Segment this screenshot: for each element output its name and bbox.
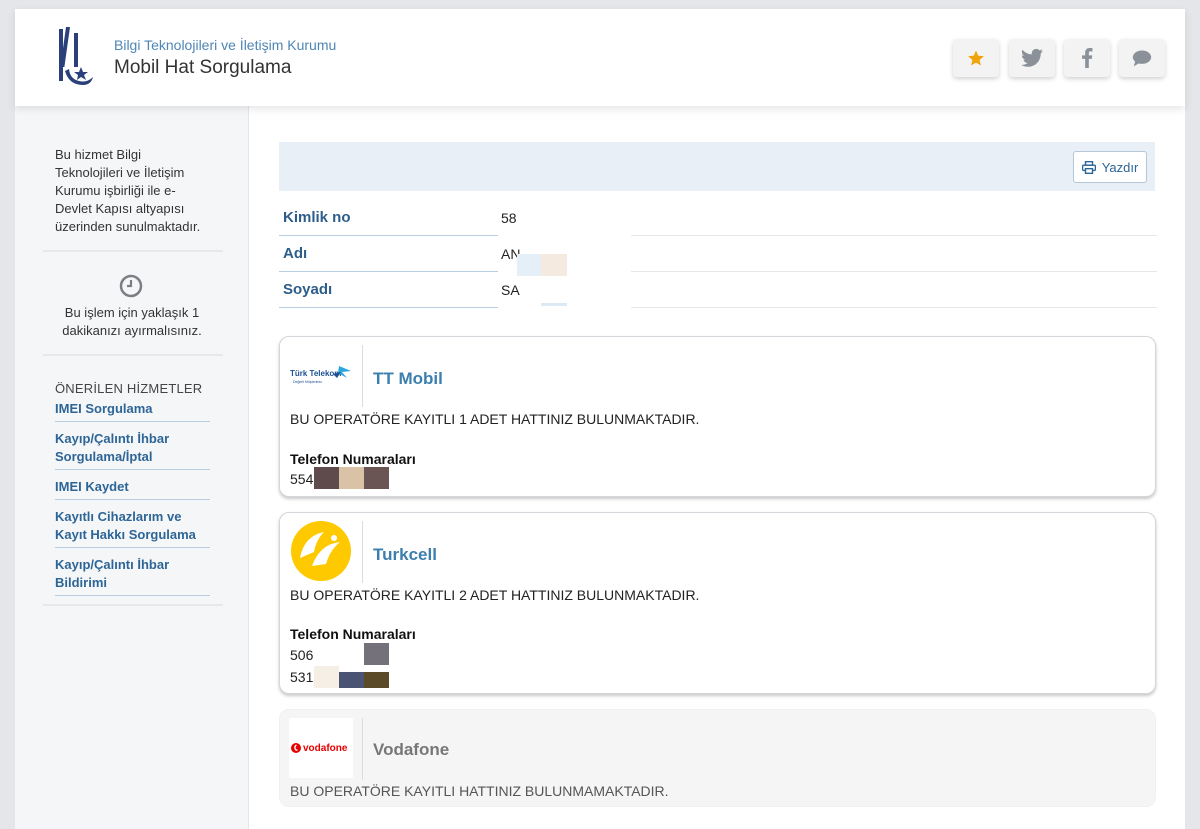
turkcell-logo-icon bbox=[291, 521, 351, 581]
redaction-block bbox=[541, 303, 567, 306]
operator-message: BU OPERATÖRE KAYITLI 1 ADET HATTINIZ BUL… bbox=[290, 411, 700, 427]
phone-number: 531 bbox=[290, 669, 314, 685]
print-label: Yazdır bbox=[1101, 159, 1139, 175]
sidebar-link-kayip-calinti-bildirimi[interactable]: Kayıp/Çalıntı İhbar Bildirimi bbox=[55, 552, 210, 596]
sidebar-divider bbox=[43, 604, 223, 606]
facebook-share-button[interactable] bbox=[1064, 39, 1110, 77]
sidebar-divider bbox=[43, 250, 223, 252]
favorite-button[interactable] bbox=[953, 39, 999, 77]
operator-name: TT Mobil bbox=[373, 369, 443, 388]
vodafone-logo-icon: vodafone bbox=[291, 743, 348, 754]
printer-icon bbox=[1081, 160, 1096, 174]
result-toolbar: Yazdır bbox=[279, 142, 1155, 191]
redaction-block bbox=[364, 467, 389, 489]
tt-mobil-logo: Türk Telekom Değerli Müşterimiz bbox=[289, 343, 353, 407]
btk-logo-icon[interactable] bbox=[55, 27, 95, 89]
logo-separator bbox=[362, 345, 363, 407]
turk-telekom-logo-icon: Türk Telekom Değerli Müşterimiz bbox=[290, 366, 351, 384]
page: Bilgi Teknolojileri ve İletişim Kurumu M… bbox=[15, 9, 1185, 829]
feedback-button[interactable] bbox=[1119, 39, 1165, 77]
redaction-block bbox=[314, 666, 339, 688]
twitter-share-button[interactable] bbox=[1009, 39, 1055, 77]
recommended-services-list: IMEI Sorgulama Kayıp/Çalıntı İhbar Sorgu… bbox=[55, 396, 210, 596]
info-row-kimlik: Kimlik no 58 bbox=[279, 200, 1157, 236]
tt-logo-subtext: Değerli Müşterimiz bbox=[293, 380, 322, 384]
redaction-block bbox=[364, 643, 389, 665]
phone-numbers-title: Telefon Numaraları bbox=[290, 451, 416, 467]
logo-separator bbox=[362, 718, 363, 780]
print-button[interactable]: Yazdır bbox=[1073, 151, 1147, 183]
info-underline bbox=[279, 307, 498, 308]
page-title: Mobil Hat Sorgulama bbox=[114, 57, 292, 78]
comment-icon bbox=[1132, 50, 1152, 67]
sidebar: Bu hizmet Bilgi Teknolojileri ve İletişi… bbox=[15, 106, 249, 829]
info-label: Soyadı bbox=[283, 281, 333, 298]
redaction-block bbox=[339, 672, 364, 688]
sidebar-link-imei-sorgulama[interactable]: IMEI Sorgulama bbox=[55, 396, 210, 422]
phone-number: 554 bbox=[290, 471, 314, 487]
phone-numbers-title: Telefon Numaraları bbox=[290, 626, 416, 642]
twitter-icon bbox=[1021, 48, 1043, 67]
star-icon bbox=[968, 50, 984, 66]
operator-name: Vodafone bbox=[373, 740, 450, 759]
sidebar-divider bbox=[43, 354, 223, 356]
operator-message: BU OPERATÖRE KAYITLI HATTINIZ BULUNMAMAK… bbox=[290, 783, 669, 799]
logo-separator bbox=[362, 521, 363, 583]
vodafone-logo-text: vodafone bbox=[303, 743, 348, 754]
info-value: SA bbox=[501, 282, 520, 298]
vodafone-logo: vodafone bbox=[289, 718, 353, 778]
sidebar-link-kayip-calinti-sorgulama[interactable]: Kayıp/Çalıntı İhbar Sorgulama/İptal bbox=[55, 426, 210, 470]
info-value: 58 bbox=[501, 210, 517, 226]
duration-text: Bu işlem için yaklaşık 1 dakikanızı ayır… bbox=[62, 305, 202, 338]
operator-card-tt-mobil: Türk Telekom Değerli Müşterimiz TT Mobil… bbox=[279, 336, 1156, 497]
redaction-block bbox=[314, 467, 339, 489]
phone-number: 506 bbox=[290, 647, 314, 663]
sidebar-link-imei-kaydet[interactable]: IMEI Kaydet bbox=[55, 474, 210, 500]
operator-card-turkcell: Turkcell BU OPERATÖRE KAYITLI 2 ADET HAT… bbox=[279, 512, 1156, 694]
operator-message: BU OPERATÖRE KAYITLI 2 ADET HATTINIZ BUL… bbox=[290, 587, 700, 603]
operator-name: Turkcell bbox=[373, 545, 437, 564]
turkcell-logo bbox=[289, 519, 353, 583]
organization-name: Bilgi Teknolojileri ve İletişim Kurumu bbox=[114, 37, 337, 53]
info-label: Adı bbox=[283, 245, 308, 262]
redaction-block bbox=[364, 672, 389, 688]
info-row-soyadi: Soyadı SA bbox=[279, 272, 1157, 308]
info-row-adi: Adı AN bbox=[279, 236, 1157, 276]
clock-icon bbox=[119, 274, 143, 298]
operator-card-vodafone: vodafone Vodafone BU OPERATÖRE KAYITLI H… bbox=[279, 709, 1156, 807]
tt-logo-text: Türk Telekom bbox=[290, 369, 341, 378]
redaction-block bbox=[339, 467, 364, 489]
facebook-icon bbox=[1082, 48, 1093, 68]
info-label: Kimlik no bbox=[283, 209, 351, 226]
header: Bilgi Teknolojileri ve İletişim Kurumu M… bbox=[15, 9, 1185, 106]
redaction-block bbox=[314, 643, 363, 665]
info-underline bbox=[631, 307, 1157, 308]
service-info-text: Bu hizmet Bilgi Teknolojileri ve İletişi… bbox=[55, 147, 201, 234]
recommended-services-title: ÖNERİLEN HİZMETLER bbox=[55, 381, 203, 396]
sidebar-link-kayitli-cihazlarim[interactable]: Kayıtlı Cihazlarım ve Kayıt Hakkı Sorgul… bbox=[55, 504, 210, 548]
